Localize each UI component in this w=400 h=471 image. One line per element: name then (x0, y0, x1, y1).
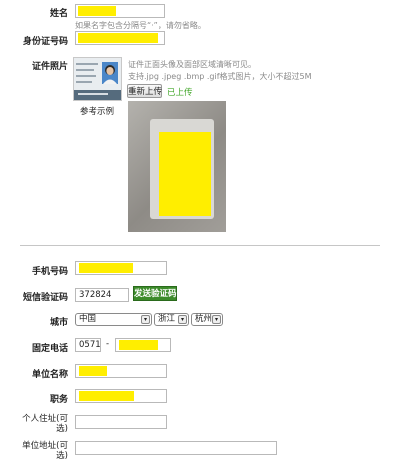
uploaded-photo-preview (128, 101, 226, 232)
section-divider (20, 245, 380, 246)
upload-status: 已上传 (167, 88, 193, 98)
city-value: 杭州 (195, 314, 213, 324)
redaction-mark (79, 391, 134, 401)
landline-label: 固定电话 (31, 344, 68, 354)
chevron-down-icon: ▾ (212, 315, 221, 324)
sample-label: 参考示例 (80, 107, 115, 117)
sample-id-card-image (73, 57, 122, 101)
city-select[interactable]: 杭州 ▾ (191, 313, 223, 326)
reupload-button[interactable]: 重新上传 (127, 84, 162, 98)
city-label: 城市 (49, 318, 68, 328)
redaction-mark (78, 6, 116, 16)
position-label: 职务 (49, 395, 68, 405)
sms-code-input[interactable]: 372824 (75, 288, 129, 302)
chevron-down-icon: ▾ (178, 315, 187, 324)
phone-dash: - (106, 339, 110, 349)
work-address-input[interactable] (75, 441, 277, 455)
province-select[interactable]: 浙江 ▾ (154, 313, 189, 326)
photo-label: 证件照片 (31, 62, 68, 72)
home-address-label: 个人住址(可选) (22, 414, 68, 434)
redaction-mark (119, 340, 158, 350)
photo-hint-2: 支持.jpg .jpeg .bmp .gif格式图片，大小不超过5M (128, 72, 312, 81)
country-select[interactable]: 中国 ▾ (75, 313, 152, 326)
redaction-mark (78, 33, 158, 43)
work-address-label: 单位地址(可选) (22, 441, 68, 461)
photo-hint-1: 证件正面头像及面部区域清晰可见。 (128, 60, 256, 69)
redaction-mark (79, 263, 133, 273)
area-code-input[interactable]: 0571 (75, 338, 101, 352)
send-code-button[interactable]: 发送验证码 (133, 286, 177, 301)
name-hint: 如果名字包含分隔号“·”，请勿省略。 (75, 21, 206, 30)
sms-label: 短信验证码 (22, 293, 68, 303)
country-value: 中国 (79, 314, 97, 324)
province-value: 浙江 (158, 314, 176, 324)
redaction-mark (159, 132, 211, 216)
company-label: 单位名称 (31, 370, 68, 380)
chevron-down-icon: ▾ (141, 315, 150, 324)
name-label: 姓名 (49, 9, 68, 19)
id-card-illustration (74, 58, 121, 100)
id-label: 身份证号码 (22, 37, 68, 47)
redaction-mark (79, 366, 107, 376)
phone-label: 手机号码 (31, 267, 68, 277)
home-address-input[interactable] (75, 415, 167, 429)
